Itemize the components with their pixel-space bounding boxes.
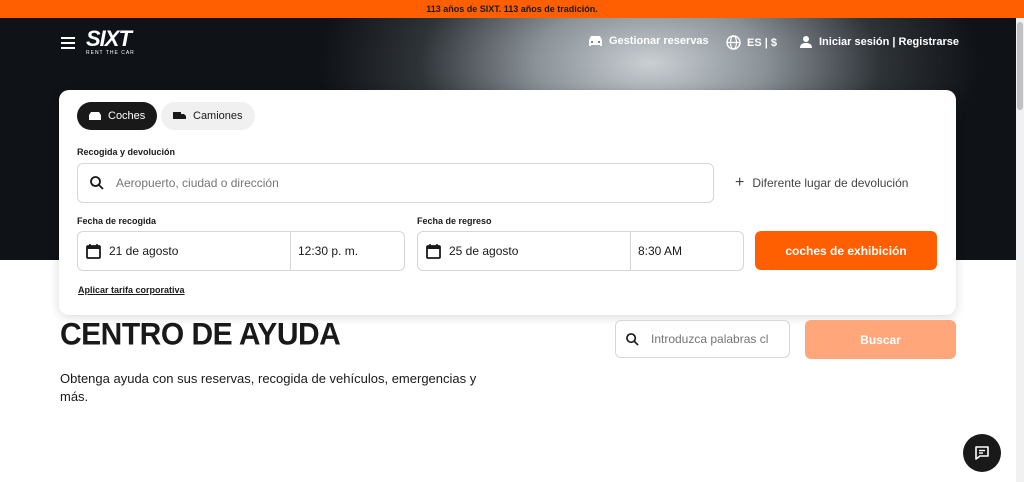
pickup-time: 12:30 p. m. xyxy=(298,244,359,258)
return-time-picker[interactable]: 8:30 AM xyxy=(630,232,682,270)
return-datetime-field: 25 de agosto 8:30 AM xyxy=(417,231,744,271)
globe-icon xyxy=(726,35,741,50)
locale-label: ES | $ xyxy=(747,36,777,49)
user-icon xyxy=(800,36,812,48)
login-label: Iniciar sesión | Registrarse xyxy=(819,36,960,48)
page-title: CENTRO DE AYUDA xyxy=(60,317,341,352)
chat-button[interactable] xyxy=(963,434,1001,472)
different-return-button[interactable]: + Diferente lugar de devolución xyxy=(735,174,908,192)
scrollbar-thumb[interactable] xyxy=(1017,22,1023,110)
pickup-date: 21 de agosto xyxy=(109,244,179,258)
search-icon xyxy=(626,332,639,346)
logo-word: SIXT xyxy=(86,26,132,51)
return-date: 25 de agosto xyxy=(449,244,519,258)
login-link[interactable]: Iniciar sesión | Registrarse xyxy=(799,35,959,49)
logo-tagline: RENT THE CAR xyxy=(86,50,135,56)
return-time: 8:30 AM xyxy=(638,244,683,258)
pickup-date-picker[interactable]: 21 de agosto xyxy=(78,232,290,270)
car-icon xyxy=(589,36,602,46)
help-description: Obtenga ayuda con sus reservas, recogida… xyxy=(60,371,477,404)
tab-trucks[interactable]: Camiones xyxy=(161,102,255,130)
search-button[interactable]: Buscar xyxy=(805,320,956,359)
return-date-picker[interactable]: 25 de agosto xyxy=(418,232,630,270)
location-input[interactable] xyxy=(116,176,676,190)
calendar-icon xyxy=(86,244,101,259)
tab-trucks-label: Camiones xyxy=(193,110,243,122)
pickup-datetime-field: 21 de agosto 12:30 p. m. xyxy=(77,231,405,271)
manage-bookings-label: Gestionar reservas xyxy=(609,35,709,47)
booking-widget: Coches Camiones Recogida y devolución + … xyxy=(59,90,956,315)
location-field[interactable] xyxy=(77,163,714,203)
sixt-logo[interactable]: SIXT RENT THE CAR xyxy=(86,28,135,57)
pickup-label: Fecha de recogida xyxy=(77,216,157,226)
search-icon xyxy=(90,176,104,190)
manage-bookings-link[interactable]: Gestionar reservas xyxy=(588,35,709,47)
tab-cars[interactable]: Coches xyxy=(77,102,158,130)
different-return-label: Diferente lugar de devolución xyxy=(752,176,909,190)
help-search-input[interactable] xyxy=(651,332,781,346)
truck-icon xyxy=(173,112,186,119)
corporate-rate-link[interactable]: Aplicar tarifa corporativa xyxy=(78,285,185,295)
show-cars-button[interactable]: coches de exhibición xyxy=(755,231,937,270)
help-search-field[interactable] xyxy=(615,320,790,358)
pickup-time-picker[interactable]: 12:30 p. m. xyxy=(290,232,358,270)
calendar-icon xyxy=(426,244,441,259)
chat-icon xyxy=(975,446,989,460)
plus-icon: + xyxy=(735,174,745,191)
locale-selector[interactable]: ES | $ xyxy=(726,35,777,50)
location-label: Recogida y devolución xyxy=(77,147,176,157)
page-scrollbar[interactable] xyxy=(1016,18,1024,482)
menu-icon[interactable] xyxy=(61,37,75,49)
promo-banner: 113 años de SIXT. 113 años de tradición. xyxy=(0,0,1024,18)
tab-cars-label: Coches xyxy=(108,110,146,122)
return-label: Fecha de regreso xyxy=(417,216,492,226)
car-icon xyxy=(89,112,101,120)
